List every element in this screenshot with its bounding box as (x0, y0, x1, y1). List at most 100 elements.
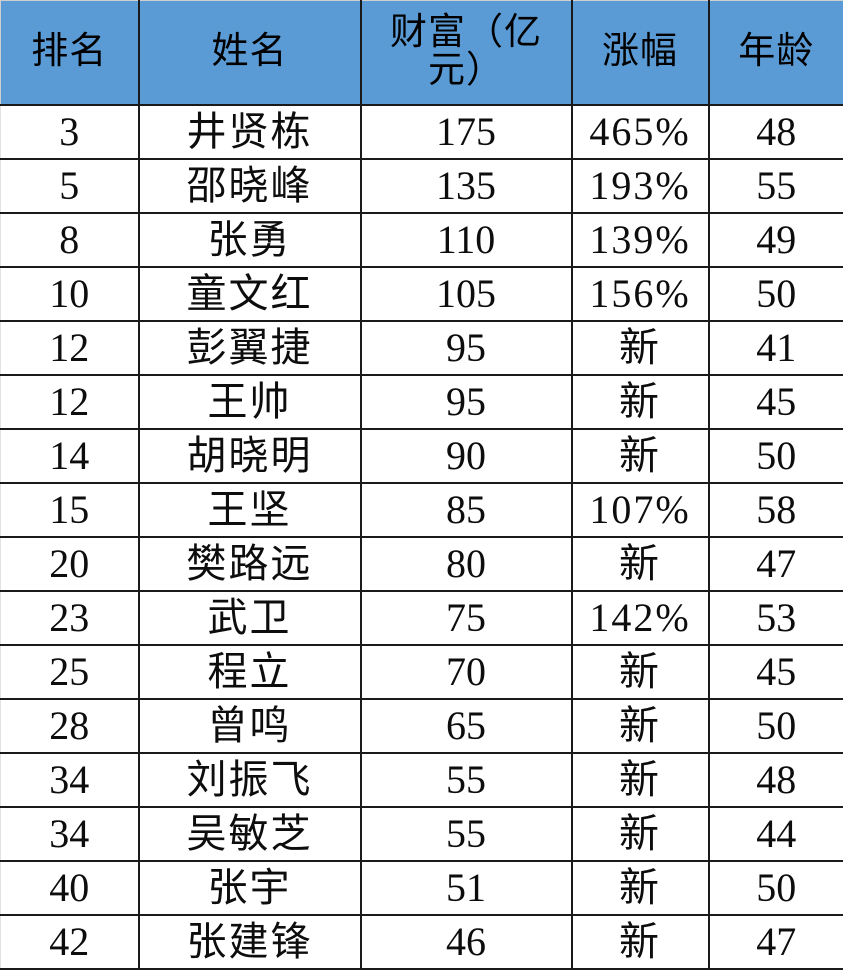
cell-wealth: 55 (360, 752, 573, 808)
table-row: 25 程立 70 新 45 (0, 644, 843, 700)
cell-rank: 8 (0, 212, 140, 268)
cell-gain: 新 (571, 428, 710, 484)
table-header: 排名 姓名 财富（亿元） 涨幅 年龄 (0, 0, 843, 106)
cell-name: 张勇 (138, 212, 362, 268)
cell-age: 58 (708, 482, 843, 538)
cell-age: 45 (708, 644, 843, 700)
cell-gain: 142% (571, 590, 710, 646)
cell-rank: 12 (0, 374, 140, 430)
cell-age: 41 (708, 320, 843, 376)
cell-wealth: 90 (360, 428, 573, 484)
table-body: 3 井贤栋 175 465% 48 5 邵晓峰 135 193% 55 8 张勇 110 139% 49 10… (0, 104, 843, 970)
cell-name: 樊路远 (138, 536, 362, 592)
wealth-ranking-table: 排名 姓名 财富（亿元） 涨幅 年龄 3 井贤栋 175 465% 48 5 邵晓峰 135 1… (0, 0, 843, 970)
cell-wealth: 70 (360, 644, 573, 700)
cell-age: 50 (708, 698, 843, 754)
cell-name: 王帅 (138, 374, 362, 430)
cell-name: 王坚 (138, 482, 362, 538)
cell-wealth: 95 (360, 320, 573, 376)
cell-name: 武卫 (138, 590, 362, 646)
cell-name: 吴敏芝 (138, 806, 362, 862)
cell-wealth: 75 (360, 590, 573, 646)
cell-name: 程立 (138, 644, 362, 700)
table-row: 14 胡晓明 90 新 50 (0, 428, 843, 484)
cell-name: 张宇 (138, 860, 362, 916)
table-row: 42 张建锋 46 新 47 (0, 914, 843, 970)
cell-age: 50 (708, 860, 843, 916)
cell-name: 童文红 (138, 266, 362, 322)
cell-wealth: 95 (360, 374, 573, 430)
cell-name: 邵晓峰 (138, 158, 362, 214)
cell-gain: 新 (571, 374, 710, 430)
cell-rank: 28 (0, 698, 140, 754)
cell-age: 48 (708, 104, 843, 160)
cell-wealth: 51 (360, 860, 573, 916)
table-header-row: 排名 姓名 财富（亿元） 涨幅 年龄 (0, 0, 843, 106)
cell-rank: 12 (0, 320, 140, 376)
cell-rank: 34 (0, 752, 140, 808)
cell-wealth: 85 (360, 482, 573, 538)
cell-wealth: 46 (360, 914, 573, 970)
cell-rank: 15 (0, 482, 140, 538)
cell-wealth: 105 (360, 266, 573, 322)
cell-gain: 465% (571, 104, 710, 160)
cell-name: 彭翼捷 (138, 320, 362, 376)
cell-rank: 10 (0, 266, 140, 322)
cell-gain: 新 (571, 914, 710, 970)
cell-wealth: 80 (360, 536, 573, 592)
cell-rank: 34 (0, 806, 140, 862)
cell-name: 井贤栋 (138, 104, 362, 160)
cell-rank: 23 (0, 590, 140, 646)
column-header-name: 姓名 (138, 0, 362, 106)
column-header-rank: 排名 (0, 0, 140, 106)
cell-wealth: 135 (360, 158, 573, 214)
cell-gain: 107% (571, 482, 710, 538)
cell-name: 胡晓明 (138, 428, 362, 484)
cell-gain: 新 (571, 698, 710, 754)
cell-gain: 139% (571, 212, 710, 268)
cell-rank: 3 (0, 104, 140, 160)
cell-rank: 42 (0, 914, 140, 970)
cell-age: 44 (708, 806, 843, 862)
cell-gain: 新 (571, 536, 710, 592)
cell-age: 47 (708, 536, 843, 592)
cell-age: 49 (708, 212, 843, 268)
table-row: 20 樊路远 80 新 47 (0, 536, 843, 592)
cell-age: 47 (708, 914, 843, 970)
table-row: 34 吴敏芝 55 新 44 (0, 806, 843, 862)
column-header-age: 年龄 (708, 0, 843, 106)
table-row: 15 王坚 85 107% 58 (0, 482, 843, 538)
table-row: 40 张宇 51 新 50 (0, 860, 843, 916)
column-header-wealth: 财富（亿元） (360, 0, 573, 106)
cell-name: 张建锋 (138, 914, 362, 970)
cell-gain: 新 (571, 860, 710, 916)
cell-gain: 新 (571, 320, 710, 376)
cell-age: 45 (708, 374, 843, 430)
cell-age: 48 (708, 752, 843, 808)
cell-age: 55 (708, 158, 843, 214)
cell-age: 50 (708, 266, 843, 322)
table-row: 23 武卫 75 142% 53 (0, 590, 843, 646)
table-row: 8 张勇 110 139% 49 (0, 212, 843, 268)
cell-rank: 40 (0, 860, 140, 916)
cell-rank: 5 (0, 158, 140, 214)
table-row: 3 井贤栋 175 465% 48 (0, 104, 843, 160)
cell-wealth: 55 (360, 806, 573, 862)
cell-gain: 193% (571, 158, 710, 214)
cell-rank: 25 (0, 644, 140, 700)
table-row: 12 彭翼捷 95 新 41 (0, 320, 843, 376)
table-row: 10 童文红 105 156% 50 (0, 266, 843, 322)
cell-wealth: 175 (360, 104, 573, 160)
table-row: 12 王帅 95 新 45 (0, 374, 843, 430)
cell-rank: 20 (0, 536, 140, 592)
table-row: 5 邵晓峰 135 193% 55 (0, 158, 843, 214)
cell-name: 曾鸣 (138, 698, 362, 754)
cell-wealth: 65 (360, 698, 573, 754)
cell-age: 50 (708, 428, 843, 484)
cell-name: 刘振飞 (138, 752, 362, 808)
table-row: 34 刘振飞 55 新 48 (0, 752, 843, 808)
cell-wealth: 110 (360, 212, 573, 268)
table-row: 28 曾鸣 65 新 50 (0, 698, 843, 754)
cell-gain: 156% (571, 266, 710, 322)
cell-rank: 14 (0, 428, 140, 484)
